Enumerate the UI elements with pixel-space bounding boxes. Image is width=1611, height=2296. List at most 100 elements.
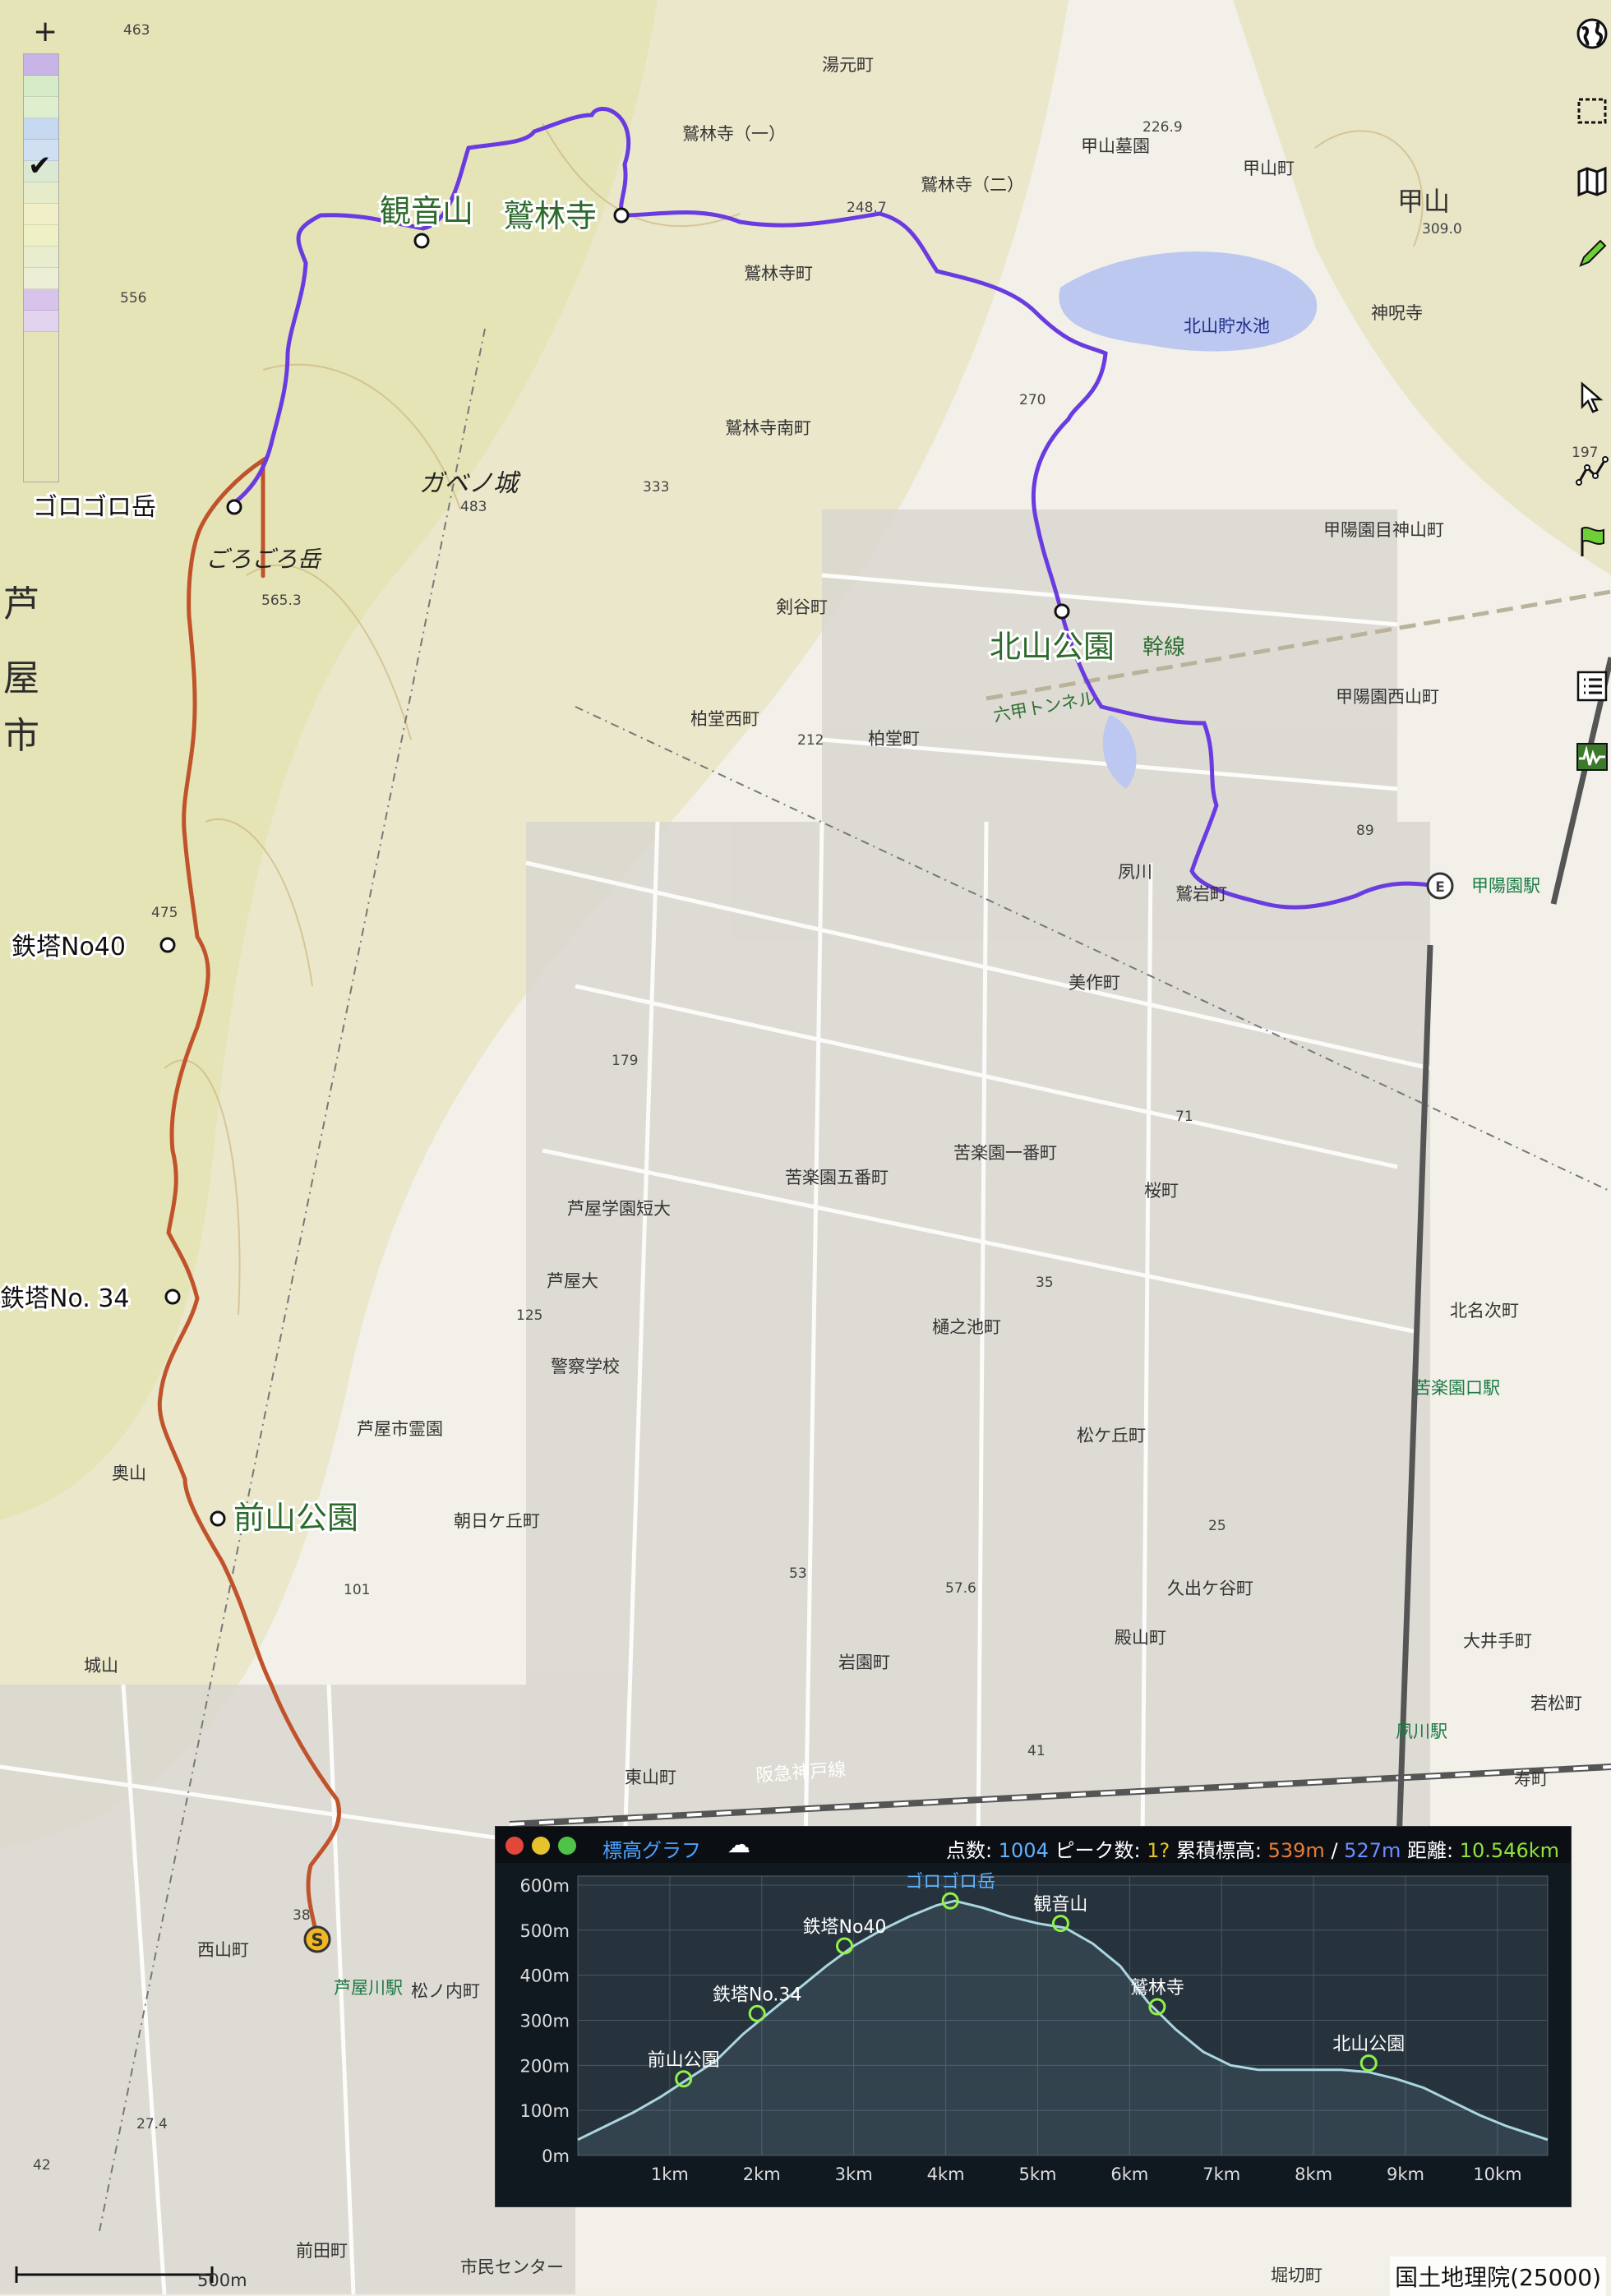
waypoint-label: 鉄塔No. 34 [0,1284,130,1313]
spot-height: 57.6 [945,1580,976,1597]
graph-header: 標高グラフ ☁ 点数: 1004 ピーク数: 1? 累積標高: 539m / 5… [496,1827,1571,1863]
place-label: 鷲林寺南町 [725,418,811,438]
place-label: 鷲林寺町 [744,264,813,284]
place-label: 殿山町 [1115,1628,1166,1648]
waypoint-label: ゴロゴロ岳 [33,493,156,522]
place-label: 湯元町 [822,55,874,75]
close-window-button[interactable] [505,1837,524,1855]
flag-icon[interactable] [1573,523,1611,560]
place-label: 苦楽園口駅 [1414,1378,1500,1398]
x-tick-label: 8km [1295,2165,1332,2184]
select-rectangle-icon[interactable] [1573,92,1611,130]
cursor-icon[interactable] [1573,378,1611,416]
map-icon[interactable] [1573,163,1611,201]
spot-height: 35 [1036,1275,1054,1291]
waypoint-annotation: 観音山 [1033,1895,1087,1916]
graph-title: 標高グラフ [602,1839,701,1862]
spot-height: 41 [1027,1743,1046,1759]
waypoint-marker[interactable] [613,207,630,224]
minimize-window-button[interactable] [532,1837,550,1855]
place-label: 樋之池町 [932,1317,1001,1337]
legend-swatch [24,289,58,311]
legend-swatch [24,97,58,118]
place-label: 美作町 [1069,973,1120,993]
x-tick-label: 1km [651,2165,689,2184]
place-label: 市民センター [460,2257,564,2277]
place-label: 甲山墓園 [1081,136,1150,156]
waypoint-label: 観音山 [380,193,473,229]
spot-height: 27.4 [136,2116,168,2132]
spot-height: 89 [1356,823,1374,839]
y-tick-label: 100m [519,2101,570,2121]
place-label: 松ケ丘町 [1077,1426,1146,1445]
graph-stats: 点数: 1004 ピーク数: 1? 累積標高: 539m / 527m 距離: … [946,1834,1559,1863]
place-label: 岩園町 [838,1653,890,1672]
place-label: 剣谷町 [776,597,828,617]
x-tick-label: 4km [927,2165,965,2184]
waypoint-marker[interactable] [210,1510,226,1527]
distance-value: 10.546km [1459,1839,1559,1862]
x-tick-label: 2km [743,2165,781,2184]
place-label: 鷲林寺（一） [682,124,786,144]
spot-height: 226.9 [1142,119,1183,136]
points-value: 1004 [998,1839,1049,1862]
checkmark-icon[interactable]: ✔ [28,150,52,182]
waypoint-marker[interactable] [164,1289,181,1305]
elevation-graph-panel[interactable]: 標高グラフ ☁ 点数: 1004 ピーク数: 1? 累積標高: 539m / 5… [495,1826,1572,2207]
place-label: 甲山 [1397,186,1450,217]
map-toolbar [1573,0,1611,2294]
pencil-icon[interactable] [1573,235,1611,273]
descent-value: 527m [1344,1839,1401,1862]
spot-height: 71 [1175,1109,1193,1125]
legend-swatch [24,54,58,76]
place-label: 幹線 [1142,635,1185,660]
waypoint-annotation: 鉄塔No.34 [713,1985,802,2005]
place-label: 苦楽園一番町 [953,1143,1057,1163]
elevation-graph-icon[interactable] [1573,738,1611,776]
place-label: 神呪寺 [1371,303,1423,323]
place-label: 西山町 [197,1940,249,1960]
points-label: 点数: [946,1839,993,1862]
place-label: 柏堂西町 [690,709,759,729]
globe-icon[interactable] [1573,15,1611,53]
x-tick-label: 5km [1018,2165,1056,2184]
place-label: 苦楽園五番町 [785,1168,889,1187]
legend-swatch [24,225,58,247]
cloud-icon[interactable]: ☁ [727,1831,750,1858]
waypoint-label: 鷲林寺 [503,198,597,234]
spot-height: 475 [151,905,178,921]
waypoint-label: 前山公園 [233,1500,358,1536]
zoom-in-button[interactable]: + [33,15,58,48]
x-tick-label: 7km [1202,2165,1240,2184]
waypoint-marker[interactable] [226,499,242,515]
waypoint-marker[interactable] [413,233,430,249]
waypoint-marker[interactable] [1054,603,1070,620]
y-tick-label: 600m [519,1876,570,1896]
polyline-icon[interactable] [1573,452,1611,490]
list-icon[interactable] [1573,667,1611,705]
legend-swatch [24,204,58,225]
place-label: 桜町 [1144,1181,1179,1201]
y-tick-label: 400m [519,1966,570,1986]
place-label: 甲山町 [1243,159,1295,178]
place-label: 芦屋川駅 [334,1978,403,1998]
spot-height: 309.0 [1422,221,1462,237]
waypoint-annotation: 前山公園 [648,2050,720,2071]
x-tick-label: 6km [1110,2165,1148,2184]
place-label: 奥山 [112,1464,146,1483]
spot-height: 42 [33,2157,51,2174]
spot-height: 463 [123,22,150,39]
place-label: 松ノ内町 [411,1981,480,2001]
y-tick-label: 300m [519,2011,570,2031]
maximize-window-button[interactable] [558,1837,576,1855]
start-label: S [311,1930,323,1950]
city-label-char-2: 屋 [3,657,39,699]
spot-height: 565.3 [261,592,302,609]
y-tick-label: 200m [519,2056,570,2076]
legend-swatch [24,182,58,204]
spot-height: 25 [1208,1518,1226,1534]
spot-height: 38 [293,1907,311,1924]
layer-legend[interactable] [23,53,59,482]
waypoint-marker[interactable] [159,937,176,953]
spot-height: 248.7 [847,200,887,216]
